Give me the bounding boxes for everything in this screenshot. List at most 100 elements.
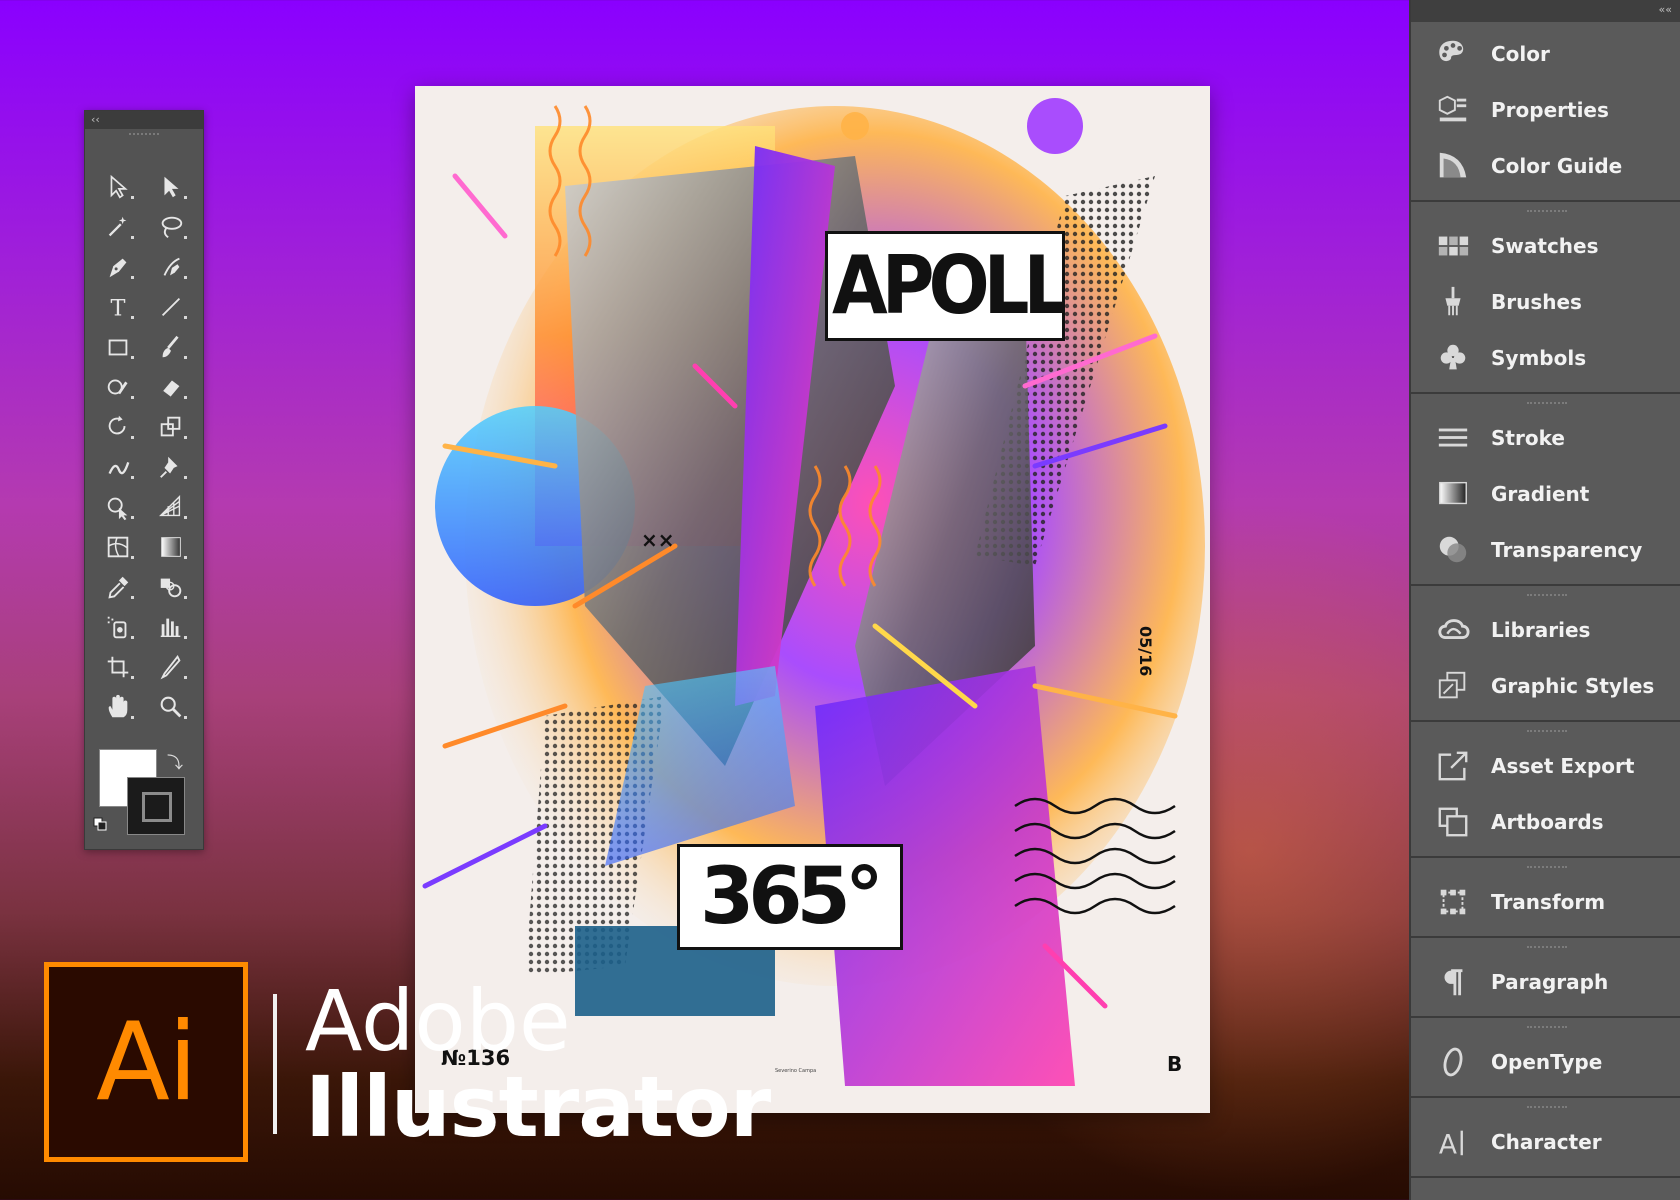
panel-label: Paragraph — [1491, 970, 1609, 994]
panel-label: Swatches — [1491, 234, 1599, 258]
swatches-icon — [1433, 228, 1473, 264]
artboard-crop-icon — [107, 656, 128, 678]
panel-brushes[interactable]: Brushes — [1411, 274, 1680, 330]
panel-group-grip[interactable] — [1526, 594, 1567, 600]
brand-divider — [273, 994, 277, 1134]
swap-fill-stroke-icon[interactable]: ⤵ — [167, 749, 183, 773]
puppet-warp-tool[interactable] — [144, 447, 197, 487]
panel-label: Brushes — [1491, 290, 1582, 314]
symbol-sprayer-tool[interactable] — [91, 607, 144, 647]
lasso-icon — [161, 216, 182, 239]
panel-group: Color Properties Color Guide — [1411, 22, 1680, 202]
mesh-tool[interactable] — [91, 527, 144, 567]
panel-group-grip[interactable] — [1526, 730, 1567, 736]
paintbrush-icon — [162, 335, 179, 358]
panel-label: Character — [1491, 1130, 1602, 1154]
selection-tool[interactable] — [91, 167, 144, 207]
brand-line-illustrator: Illustrator — [305, 1058, 771, 1156]
panel-properties[interactable]: Properties — [1411, 82, 1680, 138]
panel-label: Symbols — [1491, 346, 1587, 370]
dock-collapse-button[interactable]: «« — [1411, 0, 1680, 22]
panel-paragraph[interactable]: Paragraph — [1411, 954, 1680, 1010]
panel-graphic-styles[interactable]: Graphic Styles — [1411, 658, 1680, 714]
panel-group-grip[interactable] — [1526, 1026, 1567, 1032]
panel-gradient[interactable]: Gradient — [1411, 466, 1680, 522]
rotate-tool[interactable] — [91, 407, 144, 447]
stroke-swatch[interactable] — [127, 777, 185, 835]
magic-wand-icon — [108, 216, 126, 237]
panel-artboards[interactable]: Artboards — [1411, 794, 1680, 850]
panel-character[interactable]: A Character — [1411, 1114, 1680, 1170]
eraser-icon — [161, 380, 179, 399]
tools-panel: ‹‹ T ⤵ — [84, 110, 204, 850]
panel-label: Color Guide — [1491, 154, 1623, 178]
panel-dock: «« Color Properties Color Guide Swatches Bru… — [1409, 0, 1680, 1200]
slice-tool[interactable] — [144, 647, 197, 687]
panel-group: OpenType — [1411, 1018, 1680, 1098]
panel-transparency[interactable]: Transparency — [1411, 522, 1680, 578]
transform-icon — [1433, 884, 1473, 920]
warp-tool[interactable] — [91, 447, 144, 487]
panel-label: Gradient — [1491, 482, 1590, 506]
panel-group: Swatches Brushes Symbols — [1411, 202, 1680, 394]
panel-group-grip[interactable] — [1526, 866, 1567, 872]
panel-group-grip[interactable] — [1526, 210, 1567, 216]
blend-tool[interactable] — [144, 567, 197, 607]
perspective-grid-tool[interactable] — [144, 487, 197, 527]
gradient-icon — [160, 537, 181, 557]
rectangle-icon — [108, 339, 127, 356]
eyedropper-tool[interactable] — [91, 567, 144, 607]
paintbrush-tool[interactable] — [144, 327, 197, 367]
scale-tool[interactable] — [144, 407, 197, 447]
panel-group-grip[interactable] — [1526, 402, 1567, 408]
pen-tool[interactable] — [91, 247, 144, 287]
perspective-grid-icon — [158, 495, 180, 517]
type-tool[interactable]: T — [91, 287, 144, 327]
panel-libraries[interactable]: Libraries — [1411, 602, 1680, 658]
artboard-canvas[interactable]: APOLLO 365° ×× №136 05/16 Severino Campa… — [415, 86, 1210, 1113]
tools-panel-grip[interactable] — [129, 133, 159, 145]
shaper-icon — [107, 379, 128, 395]
panel-stroke[interactable]: Stroke — [1411, 410, 1680, 466]
tools-collapse-button[interactable]: ‹‹ — [85, 111, 203, 129]
rectangle-tool[interactable] — [91, 327, 144, 367]
panel-group-grip[interactable] — [1526, 1106, 1567, 1112]
line-icon — [161, 297, 180, 317]
zoom-tool[interactable] — [144, 687, 197, 727]
panel-opentype[interactable]: OpenType — [1411, 1034, 1680, 1090]
shaper-tool[interactable] — [91, 367, 144, 407]
panel-swatches[interactable]: Swatches — [1411, 218, 1680, 274]
character-icon: A — [1433, 1124, 1473, 1160]
panel-group: Libraries Graphic Styles — [1411, 586, 1680, 722]
rotate-icon — [108, 415, 125, 435]
transparency-circles-icon — [1433, 532, 1473, 568]
curvature-tool[interactable] — [144, 247, 197, 287]
panel-group: Transform — [1411, 858, 1680, 938]
panel-color-guide[interactable]: Color Guide — [1411, 138, 1680, 194]
panel-label: Graphic Styles — [1491, 674, 1655, 698]
tool-grid: T — [91, 167, 197, 727]
eraser-tool[interactable] — [144, 367, 197, 407]
artboard-tool[interactable] — [91, 647, 144, 687]
creative-cloud-icon — [1433, 612, 1473, 648]
panel-symbols[interactable]: Symbols — [1411, 330, 1680, 386]
column-graph-tool[interactable] — [144, 607, 197, 647]
club-symbol-icon — [1433, 340, 1473, 376]
panel-asset-export[interactable]: Asset Export — [1411, 738, 1680, 794]
lasso-tool[interactable] — [144, 207, 197, 247]
line-segment-tool[interactable] — [144, 287, 197, 327]
panel-group-grip[interactable] — [1526, 946, 1567, 952]
default-fill-stroke-icon[interactable] — [93, 817, 107, 831]
gradient-tool[interactable] — [144, 527, 197, 567]
direct-selection-tool[interactable] — [144, 167, 197, 207]
palette-icon — [1433, 36, 1473, 72]
shape-builder-tool[interactable] — [91, 487, 144, 527]
blend-icon — [160, 578, 181, 598]
panel-transform[interactable]: Transform — [1411, 874, 1680, 930]
hand-tool[interactable] — [91, 687, 144, 727]
magic-wand-tool[interactable] — [91, 207, 144, 247]
hand-icon — [108, 694, 127, 718]
panel-label: Properties — [1491, 98, 1609, 122]
scale-icon — [160, 416, 180, 437]
panel-color[interactable]: Color — [1411, 26, 1680, 82]
